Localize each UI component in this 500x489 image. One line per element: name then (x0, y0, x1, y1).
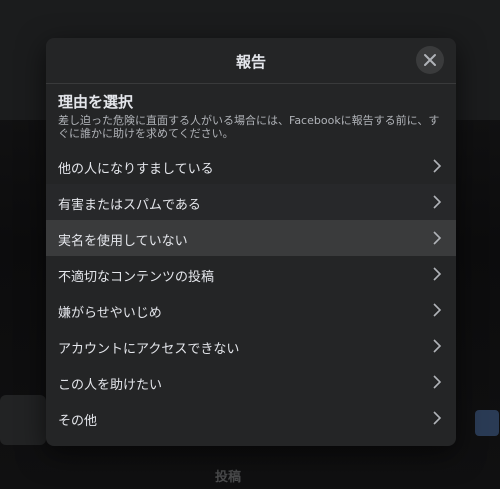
option-label: 嫌がらせやいじめ (58, 306, 162, 321)
chevron-right-icon (433, 339, 442, 353)
option-label: 有害またはスパムである (58, 198, 201, 213)
reason-description: 差し迫った危険に直面する人がいる場合には、Facebookに報告する前に、すぐに… (58, 114, 440, 140)
reason-options-list: 他の人になりすましている 有害またはスパムである 実名を使用していない 不適切な… (46, 148, 456, 436)
option-label: この人を助けたい (58, 378, 163, 393)
option-label: アカウントにアクセスできない (58, 342, 240, 357)
option-inappropriate-content[interactable]: 不適切なコンテンツの投稿 (46, 256, 456, 292)
option-label: 不適切なコンテンツの投稿 (58, 270, 215, 285)
chevron-right-icon (433, 159, 442, 173)
background-post-card (0, 395, 46, 445)
close-button[interactable] (416, 46, 444, 74)
chevron-right-icon (433, 303, 442, 317)
chevron-right-icon (433, 231, 442, 245)
option-label: 他の人になりすましている (58, 162, 214, 177)
option-help-this-person[interactable]: この人を助けたい (46, 364, 456, 400)
option-label: 実名を使用していない (58, 234, 188, 249)
option-other[interactable]: その他 (46, 400, 456, 436)
option-harassment[interactable]: 嫌がらせやいじめ (46, 292, 456, 328)
background-message-badge (475, 410, 499, 436)
option-label: その他 (58, 414, 98, 429)
dialog-header: 報告 (46, 38, 456, 84)
close-icon (424, 54, 436, 66)
option-fake-name[interactable]: 実名を使用していない (46, 220, 456, 256)
chevron-right-icon (433, 267, 442, 281)
option-impersonation[interactable]: 他の人になりすましている (46, 148, 456, 184)
chevron-right-icon (433, 195, 442, 209)
report-dialog: 報告 理由を選択 差し迫った危険に直面する人がいる場合には、Facebookに報… (46, 38, 456, 446)
chevron-right-icon (433, 375, 442, 389)
reason-heading: 理由を選択 (58, 93, 134, 111)
option-cannot-access-account[interactable]: アカウントにアクセスできない (46, 328, 456, 364)
chevron-right-icon (433, 411, 442, 425)
option-harmful-spam[interactable]: 有害またはスパムである (46, 184, 456, 220)
dialog-title: 報告 (235, 53, 266, 71)
background-post-label: 投稿 (215, 470, 242, 485)
